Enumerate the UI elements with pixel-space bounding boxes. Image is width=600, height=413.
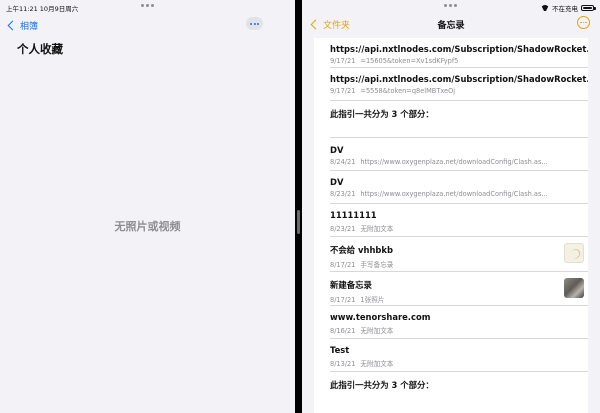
note-subtitle: 8/13/21 无附加文本 xyxy=(330,360,394,368)
note-subtitle: 8/17/21 1张照片 xyxy=(330,296,385,304)
folders-back-label: 文件夹 xyxy=(323,21,351,31)
note-item[interactable]: 11111111 8/23/21 无附加文本 xyxy=(330,204,588,237)
photos-more-button[interactable] xyxy=(246,17,263,30)
chevron-left-icon xyxy=(310,19,321,30)
note-title: DV xyxy=(330,145,344,155)
note-item[interactable]: https://api.nxtlnodes.com/Subscription/S… xyxy=(330,38,588,68)
note-subtitle: 9/17/21 =15605&token=Xv1sdKFypf5 xyxy=(330,57,459,65)
note-item[interactable]: Test 8/13/21 无附加文本 xyxy=(330,339,588,372)
albums-back-label: 相簿 xyxy=(20,22,39,32)
note-title: 11111111 xyxy=(330,210,377,220)
notes-pane: 不在充电 文件夹 备忘录 https://api.nxtlnodes.com/S… xyxy=(302,0,600,413)
multitasking-handle-icon[interactable] xyxy=(444,4,457,7)
handwriting-thumbnail xyxy=(564,243,584,263)
album-title: 个人收藏 xyxy=(17,42,63,56)
note-item[interactable]: 新建备忘录 8/17/21 1张照片 xyxy=(330,272,588,306)
note-subtitle: 8/24/21 https://www.oxygenplaza.net/downl… xyxy=(330,158,548,166)
note-title: 不会给 vhhbkb xyxy=(330,245,393,255)
albums-back-button[interactable]: 相簿 xyxy=(7,19,38,32)
note-subtitle: 9/17/21 =5558&token=q8elMBTxeOj xyxy=(330,87,456,95)
battery-icon xyxy=(581,5,596,11)
note-title: 新建备忘录 xyxy=(330,280,372,290)
ellipsis-icon xyxy=(250,22,252,25)
ellipsis-icon xyxy=(580,21,582,24)
note-item[interactable]: DV 8/24/21 https://www.oxygenplaza.net/do… xyxy=(330,138,588,171)
note-subtitle: 8/17/21 手写备忘录 xyxy=(330,261,394,269)
split-view-divider[interactable] xyxy=(295,0,302,413)
note-title: 此指引一共分为 3 个部分： xyxy=(330,109,434,119)
multitasking-handle-icon[interactable] xyxy=(141,4,154,7)
empty-state-message: 无照片或视频 xyxy=(114,220,181,233)
note-subtitle: 8/16/21 无附加文本 xyxy=(330,327,394,335)
photos-pane: 上午11:21 10月9日周六 相簿 个人收藏 无照片或视频 xyxy=(0,0,295,413)
chevron-left-icon xyxy=(7,20,18,31)
note-item[interactable]: 此指引一共分为 3 个部分： xyxy=(330,372,588,406)
folders-back-button[interactable]: 文件夹 xyxy=(310,18,350,31)
note-title: DV xyxy=(330,177,344,187)
photo-thumbnail xyxy=(564,278,584,298)
note-item[interactable]: www.tenorshare.com 8/16/21 无附加文本 xyxy=(330,306,588,339)
note-title: https://api.nxtlnodes.com/Subscription/S… xyxy=(330,74,588,84)
notes-more-button[interactable] xyxy=(577,16,590,29)
status-time-date: 上午11:21 10月9日周六 xyxy=(6,5,79,13)
battery-status-text: 不在充电 xyxy=(552,5,578,13)
note-title: Test xyxy=(330,345,350,355)
notes-list[interactable]: https://api.nxtlnodes.com/Subscription/S… xyxy=(314,38,588,413)
note-item[interactable]: DV 8/23/21 https://www.oxygenplaza.net/do… xyxy=(330,171,588,204)
wifi-icon xyxy=(541,5,549,11)
note-title: https://api.nxtlnodes.com/Subscription/S… xyxy=(330,44,588,54)
note-subtitle: 8/23/21 https://www.oxygenplaza.net/downl… xyxy=(330,190,548,198)
note-title: 此指引一共分为 3 个部分： xyxy=(330,380,434,390)
note-item[interactable]: https://api.nxtlnodes.com/Subscription/S… xyxy=(330,68,588,101)
note-item[interactable]: 不会给 vhhbkb 8/17/21 手写备忘录 xyxy=(330,237,588,272)
note-subtitle: 8/23/21 无附加文本 xyxy=(330,225,394,233)
note-title: www.tenorshare.com xyxy=(330,312,431,322)
status-bar-right: 不在充电 xyxy=(541,3,596,13)
split-view-handle[interactable] xyxy=(297,210,300,234)
note-item[interactable]: 此指引一共分为 3 个部分： xyxy=(330,101,588,138)
